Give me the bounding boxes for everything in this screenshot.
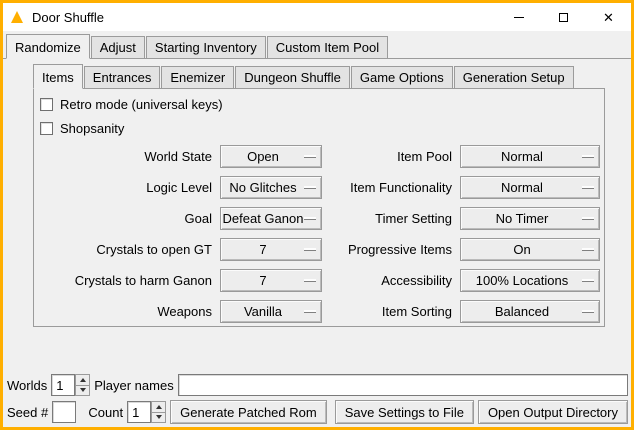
tab-entrances[interactable]: Entrances [84,66,161,88]
window-title: Door Shuffle [32,10,104,25]
retro-mode-row: Retro mode (universal keys) [40,97,223,112]
spin-up-icon [156,405,162,409]
spin-down-icon [80,388,86,392]
tab-enemizer[interactable]: Enemizer [161,66,234,88]
caption-buttons: ✕ [496,3,631,31]
shopsanity-label: Shopsanity [60,121,124,136]
titlebar: Door Shuffle ✕ [3,3,631,31]
dropdown-indicator-icon [582,155,594,157]
worlds-spin-down-button[interactable] [75,386,90,397]
dropdown-indicator-icon [582,279,594,281]
tab-randomize[interactable]: Randomize [6,34,90,59]
dropdown-indicator-icon [304,279,316,281]
open-output-directory-button[interactable]: Open Output Directory [478,400,628,424]
item-sorting-label: Item Sorting [326,304,456,319]
seed-label: Seed # [7,405,48,420]
player-names-input[interactable] [178,374,628,396]
world-state-label: World State [34,149,216,164]
dropdown-indicator-icon [582,186,594,188]
door-shuffle-window: Door Shuffle ✕ Randomize Adjust Starting… [0,0,634,430]
dropdown-indicator-icon [304,186,316,188]
count-spin-up-button[interactable] [151,401,166,413]
weapons-dropdown[interactable]: Vanilla [220,300,322,323]
tab-generation-setup[interactable]: Generation Setup [454,66,574,88]
shopsanity-checkbox[interactable] [40,122,53,135]
tab-custom-item-pool[interactable]: Custom Item Pool [267,36,388,58]
seed-input[interactable] [52,401,76,423]
item-pool-dropdown[interactable]: Normal [460,145,600,168]
retro-mode-checkbox[interactable] [40,98,53,111]
accessibility-label: Accessibility [326,273,456,288]
app-icon [10,10,25,25]
timer-setting-dropdown[interactable]: No Timer [460,207,600,230]
sub-tab-bar: Items Entrances Enemizer Dungeon Shuffle… [33,64,605,89]
count-input[interactable] [127,401,151,423]
logic-level-dropdown[interactable]: No Glitches [220,176,322,199]
crystals-ganon-label: Crystals to harm Ganon [34,273,216,288]
logic-level-label: Logic Level [34,180,216,195]
dropdown-indicator-icon [304,310,316,312]
save-settings-button[interactable]: Save Settings to File [335,400,474,424]
minimize-button[interactable] [496,3,541,31]
crystals-gt-label: Crystals to open GT [34,242,216,257]
spin-down-icon [156,415,162,419]
item-sorting-dropdown[interactable]: Balanced [460,300,600,323]
seed-row: Seed # Count Generate Patched Rom Save S… [7,400,628,424]
item-functionality-label: Item Functionality [326,180,456,195]
worlds-input[interactable] [51,374,75,396]
dropdown-indicator-icon [582,217,594,219]
player-names-label: Player names [94,378,173,393]
weapons-label: Weapons [34,304,216,319]
tab-game-options[interactable]: Game Options [351,66,453,88]
tab-adjust[interactable]: Adjust [91,36,145,58]
goal-dropdown[interactable]: Defeat Ganon [220,207,322,230]
generate-patched-rom-button[interactable]: Generate Patched Rom [170,400,327,424]
maximize-icon [559,13,568,22]
crystals-gt-dropdown[interactable]: 7 [220,238,322,261]
tab-items[interactable]: Items [33,64,83,89]
dropdown-indicator-icon [304,217,316,219]
count-label: Count [88,405,123,420]
retro-mode-label: Retro mode (universal keys) [60,97,223,112]
worlds-row: Worlds Player names [7,374,628,396]
main-tab-bar: Randomize Adjust Starting Inventory Cust… [3,31,631,59]
worlds-spin-buttons [75,374,90,396]
close-icon: ✕ [603,11,614,24]
minimize-icon [514,17,524,18]
timer-setting-label: Timer Setting [326,211,456,226]
tab-starting-inventory[interactable]: Starting Inventory [146,36,266,58]
item-functionality-dropdown[interactable]: Normal [460,176,600,199]
items-panel: Retro mode (universal keys) Shopsanity W… [33,89,605,327]
dropdown-indicator-icon [582,248,594,250]
shopsanity-row: Shopsanity [40,121,124,136]
dropdown-indicator-icon [582,310,594,312]
worlds-spinbox [51,374,90,396]
worlds-label: Worlds [7,378,47,393]
count-spin-buttons [151,401,166,423]
maximize-button[interactable] [541,3,586,31]
crystals-ganon-dropdown[interactable]: 7 [220,269,322,292]
goal-label: Goal [34,211,216,226]
tab-dungeon-shuffle[interactable]: Dungeon Shuffle [235,66,350,88]
count-spin-down-button[interactable] [151,413,166,424]
spin-up-icon [80,378,86,382]
accessibility-dropdown[interactable]: 100% Locations [460,269,600,292]
options-grid: World State Open Item Pool Normal Logic … [34,145,604,323]
item-pool-label: Item Pool [326,149,456,164]
world-state-dropdown[interactable]: Open [220,145,322,168]
dropdown-indicator-icon [304,248,316,250]
worlds-spin-up-button[interactable] [75,374,90,386]
dropdown-indicator-icon [304,155,316,157]
progressive-items-label: Progressive Items [326,242,456,257]
progressive-items-dropdown[interactable]: On [460,238,600,261]
close-button[interactable]: ✕ [586,3,631,31]
count-spinbox [127,401,166,423]
bottom-bar: Worlds Player names Seed # Count [3,370,631,427]
